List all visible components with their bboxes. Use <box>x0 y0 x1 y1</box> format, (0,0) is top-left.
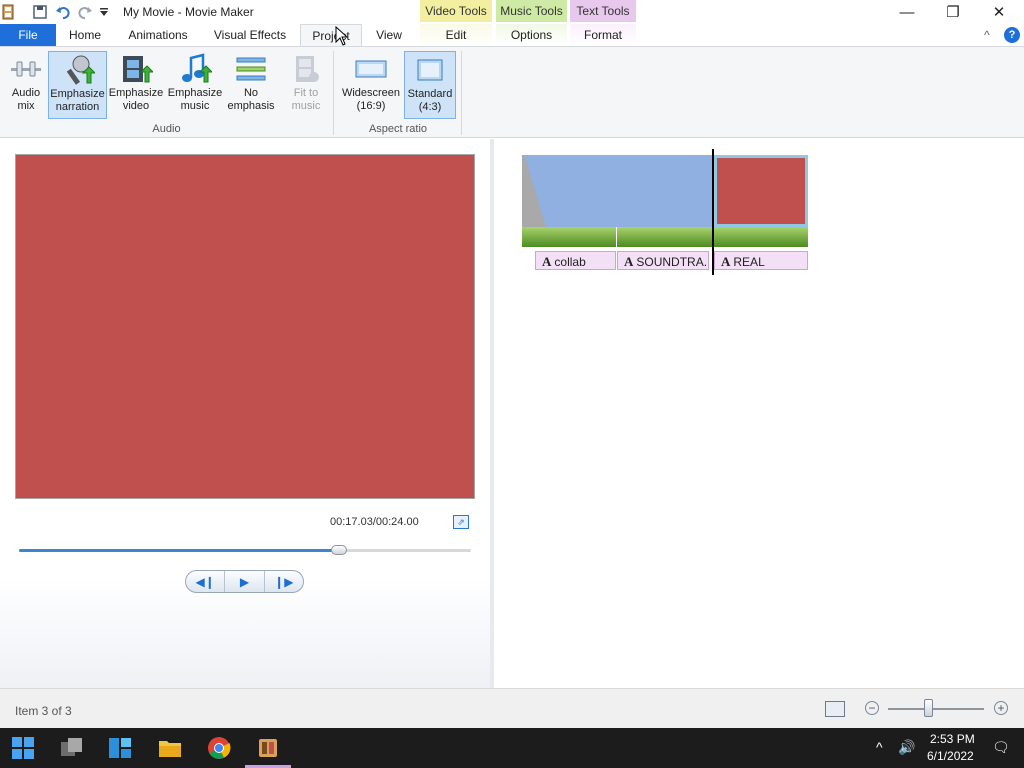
audio-mix-icon <box>6 51 46 87</box>
next-frame-button[interactable]: ❙▶ <box>265 571 303 592</box>
storyboard-clip-2[interactable] <box>714 155 808 227</box>
previous-frame-button[interactable]: ◀❙ <box>186 571 226 592</box>
collapse-ribbon-icon[interactable]: ^ <box>984 28 990 42</box>
timecode: 00:17.03/00:24.00 <box>330 516 419 528</box>
group-divider <box>461 51 462 135</box>
volume-icon[interactable]: 🔊 <box>898 739 915 756</box>
clock-time[interactable]: 2:53 PM <box>930 732 975 746</box>
zoom-slider-thumb[interactable] <box>924 699 934 717</box>
playhead[interactable] <box>712 149 714 275</box>
mouse-cursor-icon <box>335 26 349 46</box>
film-strip-icon <box>108 51 164 87</box>
help-icon[interactable]: ? <box>1004 27 1020 43</box>
context-header-video-tools: Video Tools <box>420 0 492 22</box>
close-button[interactable]: ✕ <box>976 0 1022 24</box>
tray-overflow-icon[interactable]: ^ <box>876 739 883 755</box>
customize-dropdown-icon[interactable] <box>96 4 112 20</box>
tab-project[interactable]: Project <box>300 24 362 46</box>
app-icon[interactable] <box>0 4 16 20</box>
taskbar: ^ 🔊 2:53 PM 6/1/2022 🗨 <box>0 728 1024 768</box>
ribbon: Audio mix Emphasize narration Emphasize … <box>0 46 1024 138</box>
title-bar: My Movie - Movie Maker Video Tools Music… <box>0 0 1024 24</box>
caption-item[interactable]: A REAL <box>714 251 808 270</box>
fit-to-music-button[interactable]: Fit to music <box>283 51 329 119</box>
microphone-icon <box>49 52 106 88</box>
text-caption-icon: A <box>624 254 634 269</box>
status-item-count: Item 3 of 3 <box>15 704 72 718</box>
minimize-button[interactable]: — <box>884 0 930 24</box>
expand-icon: ⇗ <box>457 516 465 527</box>
audio-waveform <box>714 227 808 247</box>
emphasize-video-button[interactable]: Emphasize video <box>108 51 164 119</box>
standard-aspect-icon <box>405 52 455 88</box>
transition-marker <box>522 155 546 227</box>
next-frame-icon: ❙▶ <box>274 574 294 589</box>
tab-animations[interactable]: Animations <box>118 24 198 46</box>
audio-mix-button[interactable]: Audio mix <box>6 51 46 119</box>
tab-view[interactable]: View <box>366 24 412 46</box>
clock-date[interactable]: 6/1/2022 <box>927 749 974 763</box>
widescreen-icon <box>339 51 403 87</box>
group-divider <box>333 51 334 135</box>
fullscreen-preview-button[interactable]: ⇗ <box>453 515 469 529</box>
storyboard-clip-1[interactable] <box>522 155 713 227</box>
seek-bar-progress <box>19 549 340 552</box>
notifications-icon[interactable]: 🗨 <box>992 739 1010 756</box>
window-title: My Movie - Movie Maker <box>123 5 254 19</box>
zoom-out-button[interactable]: − <box>865 701 879 715</box>
tab-file[interactable]: File <box>0 24 56 46</box>
no-emphasis-button[interactable]: No emphasis <box>226 51 276 119</box>
text-caption-icon: A <box>721 254 731 269</box>
tab-visual-effects[interactable]: Visual Effects <box>205 24 295 46</box>
main-content: 00:17.03/00:24.00 ⇗ ◀❙ ▶ ❙▶ Acollab A SOU… <box>0 139 1024 688</box>
playback-controls: ◀❙ ▶ ❙▶ <box>185 570 304 593</box>
widgets-icon[interactable] <box>108 736 132 760</box>
file-explorer-icon[interactable] <box>158 736 182 760</box>
music-note-icon <box>166 51 224 87</box>
audio-waveform <box>617 227 713 247</box>
previous-frame-icon: ◀❙ <box>195 574 215 589</box>
tab-options[interactable]: Options <box>496 24 567 46</box>
preview-pane: 00:17.03/00:24.00 ⇗ ◀❙ ▶ ❙▶ <box>0 139 490 688</box>
windows-start-icon[interactable] <box>11 736 35 760</box>
fit-to-music-icon <box>283 51 329 87</box>
status-bar: Item 3 of 3 − + <box>0 688 1024 728</box>
zoom-slider[interactable] <box>888 708 984 710</box>
widescreen-button[interactable]: Widescreen (16:9) <box>339 51 403 119</box>
context-header-music-tools: Music Tools <box>496 0 567 22</box>
tab-home[interactable]: Home <box>60 24 110 46</box>
thumbnail-size-icon[interactable] <box>825 701 845 717</box>
redo-icon[interactable] <box>77 4 93 20</box>
audio-waveform <box>522 227 616 247</box>
tab-format[interactable]: Format <box>570 24 636 46</box>
chrome-icon[interactable] <box>207 736 231 760</box>
task-view-icon[interactable] <box>60 736 84 760</box>
standard-button[interactable]: Standard (4:3) <box>404 51 456 119</box>
seek-bar-thumb[interactable] <box>331 545 348 555</box>
undo-icon[interactable] <box>55 4 71 20</box>
emphasize-music-button[interactable]: Emphasize music <box>166 51 224 119</box>
caption-item[interactable]: Acollab <box>535 251 616 270</box>
aspect-ratio-group-label: Aspect ratio <box>368 123 428 135</box>
video-preview[interactable] <box>15 154 475 499</box>
storyboard: Acollab A SOUNDTRA... A REAL <box>494 139 1024 688</box>
play-icon: ▶ <box>239 574 250 589</box>
text-caption-icon: A <box>542 254 552 269</box>
audio-group-label: Audio <box>152 123 181 135</box>
play-button[interactable]: ▶ <box>225 571 265 592</box>
save-icon[interactable] <box>32 4 48 20</box>
emphasize-narration-button[interactable]: Emphasize narration <box>48 51 107 119</box>
caption-item[interactable]: A SOUNDTRA... <box>617 251 709 270</box>
zoom-in-button[interactable]: + <box>994 701 1008 715</box>
maximize-button[interactable]: ❐ <box>930 0 976 24</box>
context-header-text-tools: Text Tools <box>570 0 636 22</box>
movie-maker-icon[interactable] <box>256 736 280 760</box>
no-emphasis-icon <box>226 51 276 87</box>
seek-bar[interactable] <box>19 545 471 555</box>
ribbon-tabs: File Home Animations Visual Effects Proj… <box>0 24 1024 46</box>
tab-edit[interactable]: Edit <box>420 24 492 46</box>
